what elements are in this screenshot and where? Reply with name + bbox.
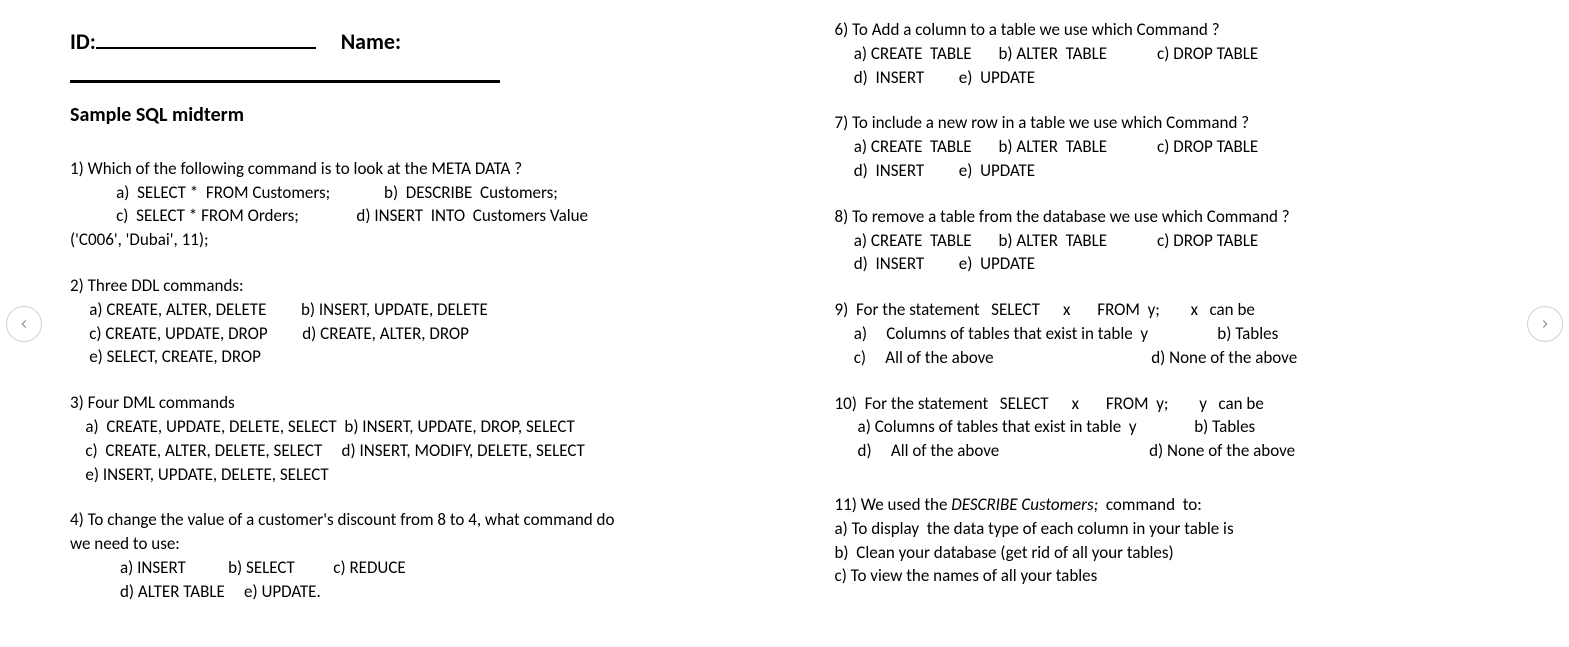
question-4: 4) To change the value of a customer's d… <box>70 508 745 603</box>
q1-line: ('C006', 'Dubai', 11); <box>70 228 745 252</box>
q3-line: e) INSERT, UPDATE, DELETE, SELECT <box>70 463 745 487</box>
q11-text: command to: <box>1098 494 1202 515</box>
name-label: Name: <box>341 28 401 55</box>
question-2: 2) Three DDL commands: a) CREATE, ALTER,… <box>70 274 745 369</box>
q8-line: d) INSERT e) UPDATE <box>835 252 1530 276</box>
q1-line: 1) Which of the following command is to … <box>70 157 745 181</box>
id-blank-line <box>96 24 316 49</box>
q11-command: DESCRIBE Customers; <box>951 494 1098 515</box>
q6-line: d) INSERT e) UPDATE <box>835 66 1530 90</box>
q10-line: a) Columns of tables that exist in table… <box>835 415 1530 439</box>
q9-line: 9) For the statement SELECT x FROM y; x … <box>835 298 1530 322</box>
q4-line: d) ALTER TABLE e) UPDATE. <box>70 580 745 604</box>
prev-page-button[interactable] <box>6 306 42 342</box>
next-page-button[interactable] <box>1527 306 1563 342</box>
chevron-right-icon <box>1538 317 1552 331</box>
q2-line: a) CREATE, ALTER, DELETE b) INSERT, UPDA… <box>70 298 745 322</box>
q2-line: c) CREATE, UPDATE, DROP d) CREATE, ALTER… <box>70 322 745 346</box>
q1-line: c) SELECT * FROM Orders; d) INSERT INTO … <box>70 204 745 228</box>
question-11: 11) We used the DESCRIBE Customers; comm… <box>835 493 1530 588</box>
q3-line: c) CREATE, ALTER, DELETE, SELECT d) INSE… <box>70 439 745 463</box>
question-6: 6) To Add a column to a table we use whi… <box>835 18 1530 89</box>
q6-line: 6) To Add a column to a table we use whi… <box>835 18 1530 42</box>
header-underline <box>70 80 500 83</box>
q7-line: d) INSERT e) UPDATE <box>835 159 1530 183</box>
q1-line: a) SELECT * FROM Customers; b) DESCRIBE … <box>70 181 745 205</box>
q4-line: 4) To change the value of a customer's d… <box>70 508 745 532</box>
question-3: 3) Four DML commands a) CREATE, UPDATE, … <box>70 391 745 486</box>
question-8: 8) To remove a table from the database w… <box>835 205 1530 276</box>
q7-line: a) CREATE TABLE b) ALTER TABLE c) DROP T… <box>835 135 1530 159</box>
q8-line: a) CREATE TABLE b) ALTER TABLE c) DROP T… <box>835 229 1530 253</box>
document-viewport: ID: Name: Sample SQL midterm 1) Which of… <box>0 0 1569 647</box>
q10-line: d) All of the above d) None of the above <box>835 439 1530 463</box>
q2-line: e) SELECT, CREATE, DROP <box>70 345 745 369</box>
q11-line: 11) We used the DESCRIBE Customers; comm… <box>835 493 1530 517</box>
pages-container: ID: Name: Sample SQL midterm 1) Which of… <box>0 0 1569 647</box>
q4-line: we need to use: <box>70 532 745 556</box>
question-7: 7) To include a new row in a table we us… <box>835 111 1530 182</box>
page-left: ID: Name: Sample SQL midterm 1) Which of… <box>0 0 785 647</box>
q4-line: a) INSERT b) SELECT c) REDUCE <box>70 556 745 580</box>
q7-line: 7) To include a new row in a table we us… <box>835 111 1530 135</box>
q3-line: 3) Four DML commands <box>70 391 745 415</box>
header-line: ID: Name: <box>70 24 745 58</box>
q9-line: c) All of the above d) None of the above <box>835 346 1530 370</box>
question-9: 9) For the statement SELECT x FROM y; x … <box>835 298 1530 369</box>
q2-line: 2) Three DDL commands: <box>70 274 745 298</box>
document-title: Sample SQL midterm <box>70 101 745 129</box>
q11-line: a) To display the data type of each colu… <box>835 517 1530 541</box>
q11-text: 11) We used the <box>835 494 952 515</box>
q10-line: 10) For the statement SELECT x FROM y; y… <box>835 392 1530 416</box>
q11-line: b) Clean your database (get rid of all y… <box>835 541 1530 565</box>
q6-line: a) CREATE TABLE b) ALTER TABLE c) DROP T… <box>835 42 1530 66</box>
q3-line: a) CREATE, UPDATE, DELETE, SELECT b) INS… <box>70 415 745 439</box>
chevron-left-icon <box>17 317 31 331</box>
question-1: 1) Which of the following command is to … <box>70 157 745 252</box>
q11-line: c) To view the names of all your tables <box>835 564 1530 588</box>
question-10: 10) For the statement SELECT x FROM y; y… <box>835 392 1530 463</box>
id-label: ID: <box>70 28 96 55</box>
q9-line: a) Columns of tables that exist in table… <box>835 322 1530 346</box>
page-right: 6) To Add a column to a table we use whi… <box>785 0 1569 647</box>
q8-line: 8) To remove a table from the database w… <box>835 205 1530 229</box>
